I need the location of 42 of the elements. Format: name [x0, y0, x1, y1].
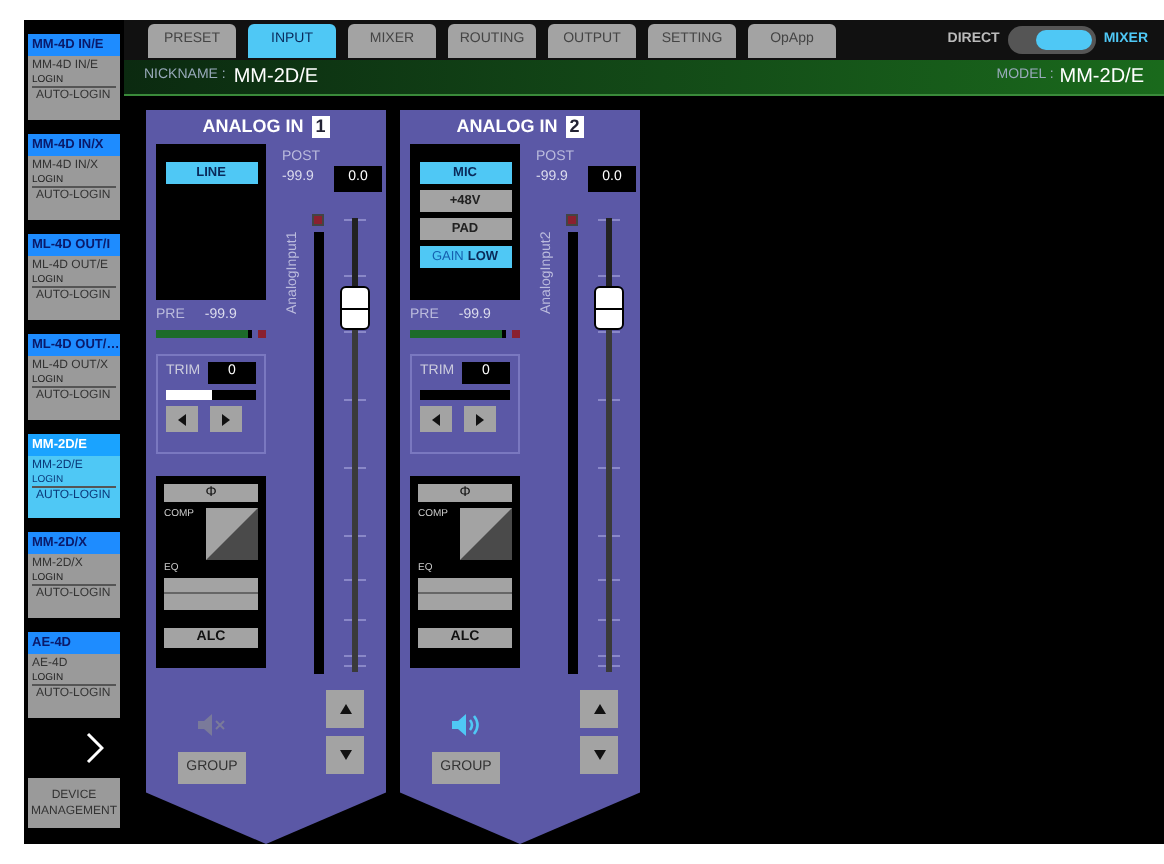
fader-up-button[interactable] — [326, 690, 364, 728]
fader-thumb[interactable] — [340, 286, 370, 331]
fader-down-button[interactable] — [580, 736, 618, 774]
triangle-left-icon — [430, 411, 442, 427]
triangle-up-icon — [337, 702, 353, 716]
model-value: MM-2D/E — [1059, 64, 1144, 92]
triangle-right-icon — [474, 411, 486, 427]
pre-meter — [410, 330, 506, 338]
chevron-right-icon[interactable] — [86, 732, 104, 765]
triangle-up-icon — [591, 702, 607, 716]
trim-down-button[interactable] — [166, 406, 198, 432]
channel-number: 2 — [565, 116, 584, 138]
peak-indicator — [566, 214, 578, 226]
pre-meter — [156, 330, 252, 338]
eq-graph-button[interactable] — [418, 577, 512, 609]
nickname-value: MM-2D/E — [233, 64, 319, 92]
channel-number: 1 — [311, 116, 330, 138]
triangle-down-icon — [337, 748, 353, 762]
compressor-graph-button[interactable] — [206, 508, 258, 560]
compressor-graph-button[interactable] — [460, 508, 512, 560]
fader-track[interactable] — [352, 218, 358, 672]
channel-title: ANALOG IN — [202, 113, 304, 140]
peak-indicator — [312, 214, 324, 226]
compressor-curve-icon — [460, 508, 512, 560]
mode-switch[interactable] — [1007, 26, 1096, 54]
trim-down-button[interactable] — [420, 406, 452, 432]
eq-graph-button[interactable] — [164, 577, 258, 609]
trim-bar — [166, 390, 256, 400]
peak-indicator — [512, 330, 520, 338]
trim-up-button[interactable] — [464, 406, 496, 432]
trim-up-button[interactable] — [210, 406, 242, 432]
triangle-down-icon — [591, 748, 607, 762]
channel-title: ANALOG IN — [456, 113, 558, 140]
fader-track[interactable] — [606, 218, 612, 672]
fader-thumb[interactable] — [594, 286, 624, 331]
triangle-right-icon — [220, 411, 232, 427]
fader-up-button[interactable] — [580, 690, 618, 728]
speaker-icon[interactable] — [451, 711, 481, 737]
compressor-curve-icon — [206, 508, 258, 560]
peak-indicator — [258, 330, 266, 338]
triangle-left-icon — [176, 411, 188, 427]
fader-down-button[interactable] — [326, 736, 364, 774]
